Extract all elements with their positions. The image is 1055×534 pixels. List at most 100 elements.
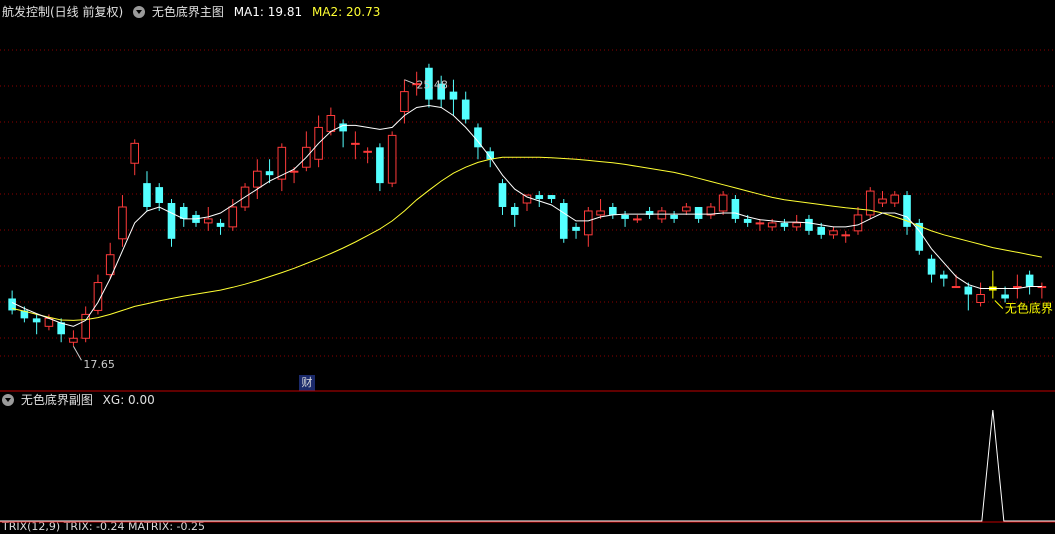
low-pointer bbox=[72, 345, 82, 361]
candle-body bbox=[326, 114, 336, 132]
ma2-line bbox=[11, 156, 1042, 321]
candle bbox=[939, 270, 948, 287]
candle bbox=[609, 203, 617, 219]
candle bbox=[645, 206, 654, 219]
candle bbox=[780, 218, 789, 231]
candle-body bbox=[339, 123, 347, 132]
candle bbox=[118, 195, 127, 247]
candle bbox=[498, 179, 507, 215]
candle bbox=[731, 195, 740, 223]
candle bbox=[400, 79, 409, 124]
candle bbox=[1037, 282, 1047, 299]
high-label: 25.48 bbox=[416, 79, 448, 92]
candle-body bbox=[203, 218, 213, 224]
candle-body bbox=[1013, 286, 1022, 289]
candle-body bbox=[449, 91, 458, 100]
candle bbox=[841, 230, 851, 243]
candle-body bbox=[939, 274, 948, 279]
candle-body bbox=[559, 203, 568, 239]
candle-body bbox=[522, 194, 532, 204]
candle bbox=[890, 191, 900, 207]
candle bbox=[216, 218, 225, 235]
candle-body bbox=[535, 195, 544, 200]
candlestick-chart[interactable]: 25.48 17.65 无色底界 bbox=[0, 0, 1055, 530]
candle bbox=[915, 218, 924, 255]
signal-pointer bbox=[994, 300, 1004, 309]
candle-body bbox=[265, 171, 274, 176]
candle bbox=[461, 91, 470, 124]
candle bbox=[670, 210, 678, 223]
candle-body bbox=[829, 230, 838, 236]
candle bbox=[376, 143, 384, 192]
candle-body bbox=[633, 218, 642, 221]
candle-body bbox=[657, 210, 667, 220]
candle bbox=[339, 119, 347, 148]
candle-body bbox=[609, 206, 617, 215]
candle-body bbox=[976, 294, 985, 303]
candle-body bbox=[376, 147, 384, 184]
candle-body bbox=[167, 203, 176, 239]
candle bbox=[805, 214, 813, 235]
candle-body bbox=[363, 150, 372, 153]
candle-body bbox=[694, 206, 703, 219]
candle bbox=[621, 210, 629, 227]
candle-body bbox=[718, 194, 728, 212]
candle bbox=[387, 131, 397, 188]
candles bbox=[8, 63, 1047, 347]
candle-body bbox=[253, 170, 262, 188]
candle-body bbox=[964, 286, 973, 295]
candle-body bbox=[780, 222, 789, 227]
ma1-line bbox=[11, 104, 1042, 327]
candle-body bbox=[547, 195, 556, 200]
candle bbox=[32, 314, 41, 335]
candle bbox=[792, 214, 801, 231]
candle bbox=[903, 191, 911, 235]
candle-body bbox=[805, 218, 813, 231]
candle-body bbox=[510, 206, 519, 215]
candle-body bbox=[228, 206, 238, 228]
candle bbox=[694, 206, 703, 223]
candle-body bbox=[572, 226, 580, 231]
candle-body bbox=[289, 170, 299, 173]
candle bbox=[302, 131, 311, 172]
candle bbox=[989, 270, 997, 299]
candle-body bbox=[743, 218, 752, 223]
candle bbox=[203, 206, 213, 231]
candle bbox=[927, 254, 936, 283]
candle bbox=[853, 206, 863, 235]
candle bbox=[706, 203, 716, 219]
candle bbox=[1013, 274, 1022, 299]
candle-body bbox=[583, 210, 593, 236]
candle-body bbox=[118, 206, 127, 240]
candle bbox=[510, 203, 519, 227]
candle-body bbox=[817, 226, 826, 235]
candle bbox=[81, 306, 90, 343]
candle-body bbox=[865, 190, 875, 216]
candle-body bbox=[767, 222, 777, 228]
candle bbox=[755, 218, 765, 231]
candle-body bbox=[621, 214, 629, 219]
candle-body bbox=[69, 337, 78, 343]
candle bbox=[865, 187, 875, 219]
candle bbox=[277, 143, 287, 192]
candle bbox=[718, 191, 728, 215]
candle-body bbox=[682, 206, 691, 212]
candle bbox=[363, 147, 372, 164]
candle bbox=[449, 79, 458, 116]
candle bbox=[976, 282, 985, 307]
candle-body bbox=[387, 134, 397, 184]
candle-body bbox=[951, 286, 961, 289]
candle bbox=[572, 222, 580, 239]
signal-label: 无色底界 bbox=[1005, 300, 1053, 315]
candle-body bbox=[498, 183, 507, 207]
candle bbox=[143, 171, 151, 211]
high-pointer bbox=[404, 79, 415, 85]
candle bbox=[179, 203, 188, 227]
candle-body bbox=[596, 210, 605, 216]
candle-body bbox=[853, 214, 863, 232]
candle bbox=[130, 139, 140, 176]
candle-body bbox=[670, 214, 678, 219]
candle bbox=[583, 206, 593, 247]
candle bbox=[69, 330, 78, 347]
candle bbox=[1025, 270, 1034, 295]
